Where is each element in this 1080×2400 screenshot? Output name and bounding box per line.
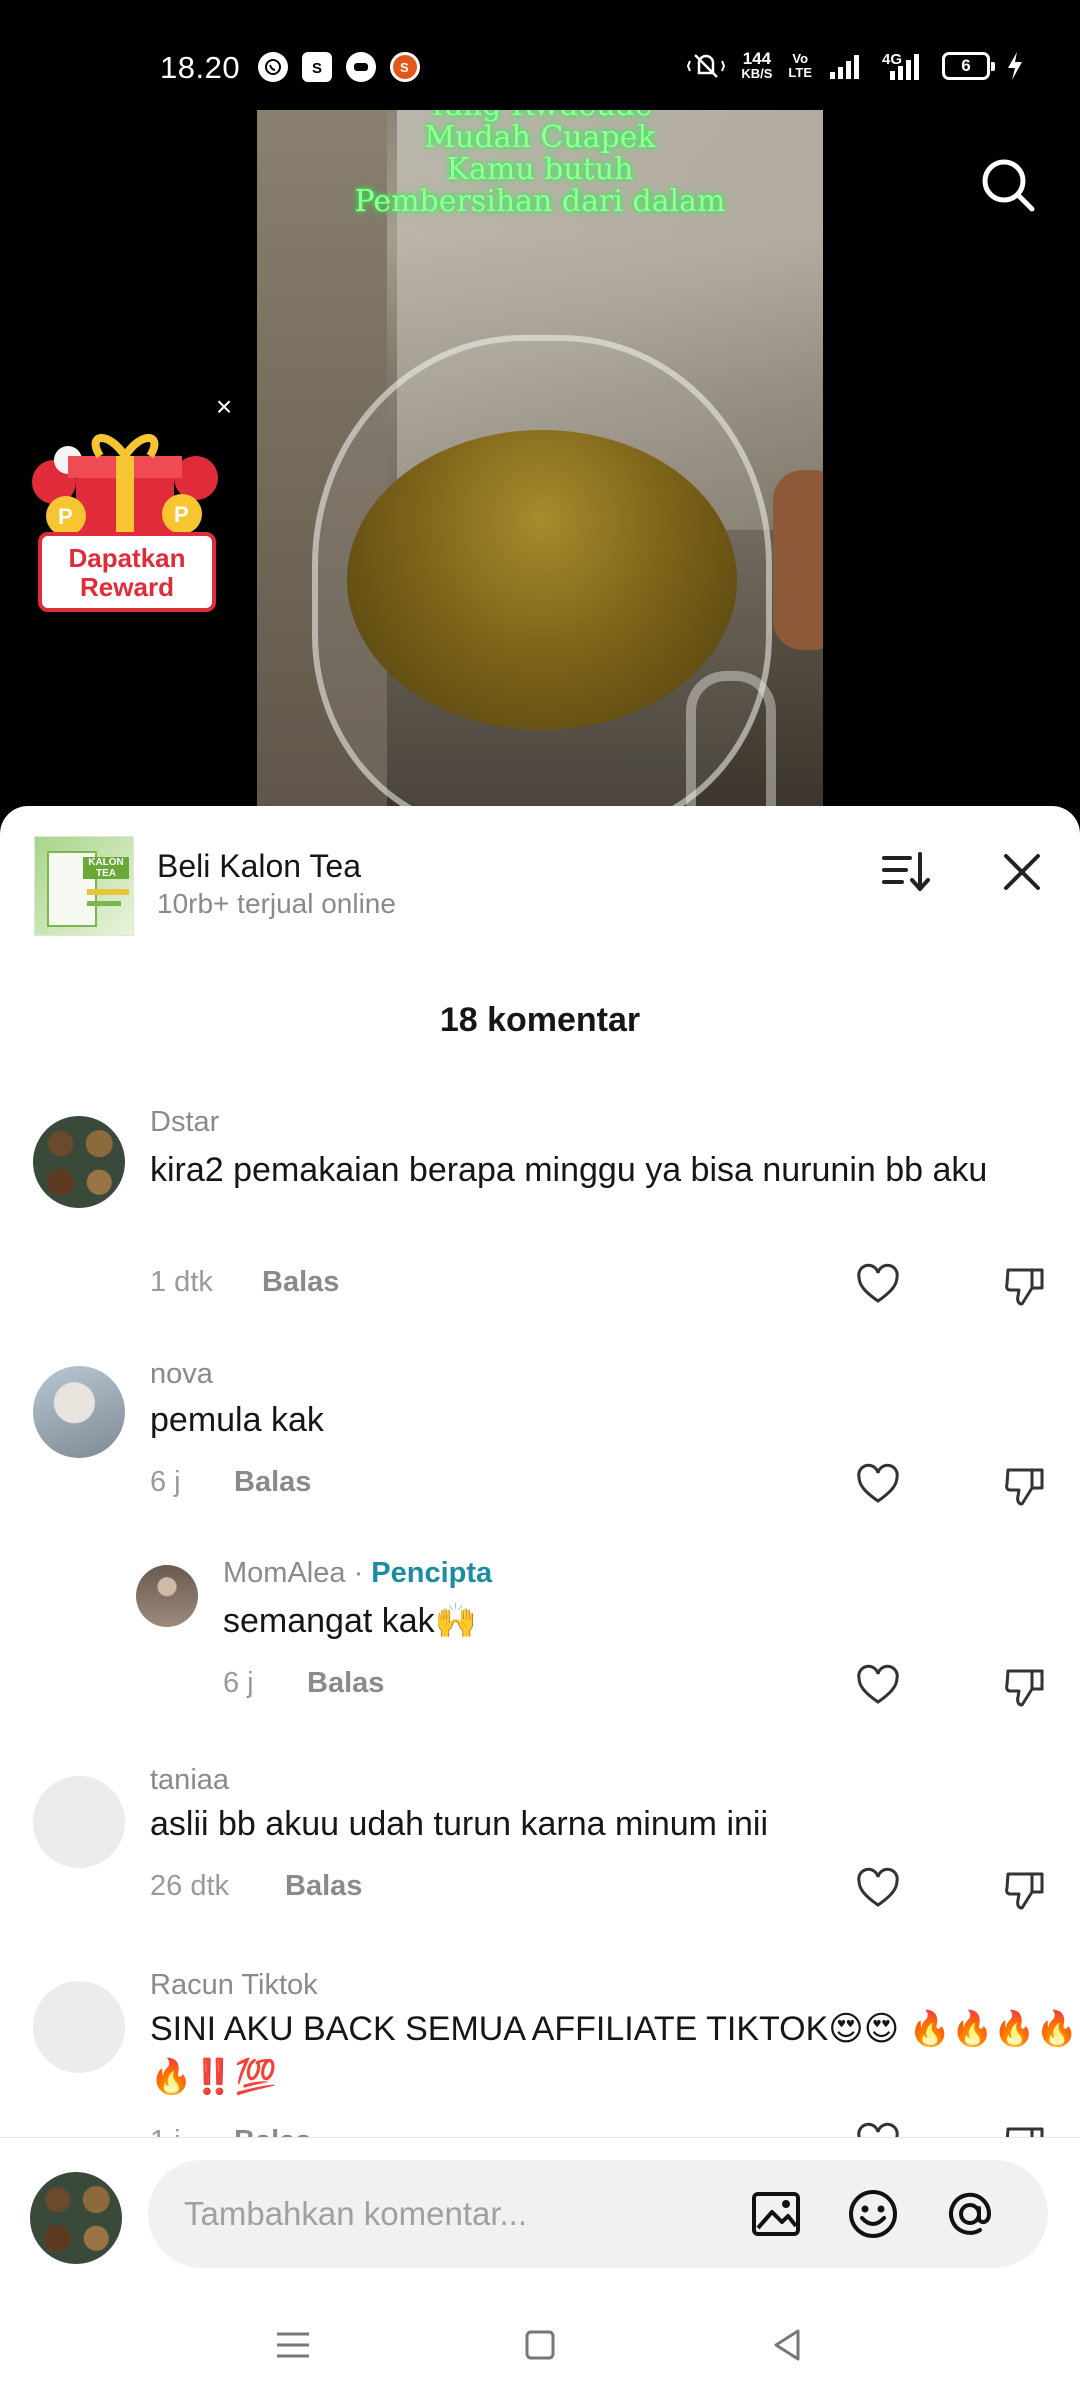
heart-icon[interactable] [855,1262,901,1308]
heart-icon[interactable] [855,1663,901,1709]
close-icon[interactable] [996,846,1048,898]
comment-username[interactable]: MomAlea · Pencipta [223,1557,492,1590]
video-caption: Yang Rwdeude Mudah Cuapek Kamu butuh Pem… [257,110,823,218]
network-type-4g: 4G [880,51,926,81]
comment-time: 6 j [223,1667,254,1699]
sort-icon[interactable] [880,846,932,898]
shopee-icon: S [390,52,420,82]
creator-badge: Pencipta [371,1557,493,1589]
system-nav-bar [0,2290,1080,2400]
product-thumbnail[interactable]: KALON TEA [34,836,134,936]
reply-button[interactable]: Balas [285,1870,362,1903]
comment-item: taniaa aslii bb akuu udah turun karna mi… [0,1756,1080,1910]
caption-line: Kamu butuh [446,152,634,187]
hand-image [773,470,823,650]
avatar[interactable] [33,1366,125,1458]
product-thumb-label: KALON TEA [83,857,129,879]
cup-handle [686,671,776,810]
comment-count: 18 komentar [439,1001,641,1039]
comment-text: pemula kak [150,1401,324,1439]
dislike-icon[interactable] [1002,1663,1048,1709]
home-icon[interactable] [515,2320,565,2370]
reward-line: Dapatkan [68,543,186,573]
avatar[interactable] [136,1565,198,1627]
comment-text: aslii bb akuu udah turun karna minum ini… [150,1805,769,1843]
comment-input[interactable] [184,2182,744,2246]
search-icon[interactable] [978,155,1038,215]
comment-username[interactable]: taniaa [150,1764,229,1797]
avatar[interactable] [33,1776,125,1868]
product-title[interactable]: Beli Kalon Tea [157,848,361,885]
volte-indicator: Vo LTE [788,50,812,80]
comment-reply-item: MomAlea · Pencipta semangat kak🙌 6 j Bal… [0,1551,1080,1707]
status-bar: 18.20 S S 144 KB/S Vo LTE 4G 6 [0,0,1080,108]
charging-icon [1008,51,1022,80]
status-time: 18.20 [160,50,241,85]
dislike-icon[interactable] [1002,1262,1048,1308]
system-indicators: 144 KB/S Vo LTE 4G 6 [687,50,1024,81]
comment-username[interactable]: nova [150,1358,213,1391]
whatsapp-icon [258,52,288,82]
avatar[interactable] [33,1981,125,2073]
avatar[interactable] [33,1116,125,1208]
reward-label: Dapatkan Reward [38,532,216,612]
image-icon[interactable] [748,2186,804,2242]
back-icon[interactable] [762,2320,812,2370]
comment-time: 1 dtk [150,1266,213,1298]
svg-text:P: P [174,502,189,527]
menu-icon[interactable] [268,2320,318,2370]
comment-item: Racun Tiktok SINI AKU BACK SEMUA AFFILIA… [0,1961,1080,2165]
reply-button[interactable]: Balas [234,1466,311,1499]
svg-text:S: S [400,60,409,75]
heart-icon[interactable] [855,1462,901,1508]
comment-composer [0,2137,1080,2290]
gift-box-icon: P P [32,434,218,538]
comment-time: 26 dtk [150,1870,229,1902]
shop-icon: S [302,52,332,82]
comment-username[interactable]: Racun Tiktok [150,1969,318,2002]
caption-line: Mudah Cuapek [424,120,656,155]
svg-text:S: S [312,60,322,77]
reward-close-button[interactable]: × [212,393,236,421]
emoji-icon[interactable] [845,2186,901,2242]
network-speed: 144 KB/S [741,49,773,81]
mention-icon[interactable] [942,2186,998,2242]
reply-button[interactable]: Balas [307,1667,384,1700]
comment-item: nova pemula kak 6 j Balas [0,1346,1080,1506]
battery-icon: 6 [942,51,995,80]
reply-button[interactable]: Balas [262,1266,339,1299]
video-player[interactable]: Yang Rwdeude Mudah Cuapek Kamu butuh Pem… [257,110,823,810]
comment-input-pill[interactable] [148,2160,1048,2268]
heart-icon[interactable] [855,1866,901,1912]
reply-username[interactable]: MomAlea [223,1557,346,1589]
caption-line: Pembersihan dari dalam [354,184,726,219]
notification-icons: S S [258,52,420,82]
comment-text: semangat kak🙌 [223,1602,478,1640]
tea-liquid [347,430,737,730]
product-sold-count: 10rb+ terjual online [157,888,396,919]
svg-text:P: P [58,504,73,529]
comment-item: Dstar kira2 pemakaian berapa minggu ya b… [0,1096,1080,1316]
chat-bubble-icon [346,52,376,82]
comment-username[interactable]: Dstar [150,1106,219,1139]
comment-text: kira2 pemakaian berapa minggu ya bisa nu… [150,1151,988,1189]
comment-time: 6 j [150,1466,181,1498]
mute-vibrate-icon [687,53,726,78]
comment-text: SINI AKU BACK SEMUA AFFILIATE TIKTOK😍😍 🔥… [150,2010,1078,2096]
signal-icon [830,54,859,79]
product-thumb-stripe [87,901,121,906]
name-separator: · [353,1557,364,1589]
my-avatar [30,2172,122,2264]
dislike-icon[interactable] [1002,1866,1048,1912]
reward-widget[interactable]: P P Dapatkan Reward [18,420,228,615]
product-thumb-stripe [87,889,129,895]
reward-line: Reward [80,572,174,602]
dislike-icon[interactable] [1002,1462,1048,1508]
